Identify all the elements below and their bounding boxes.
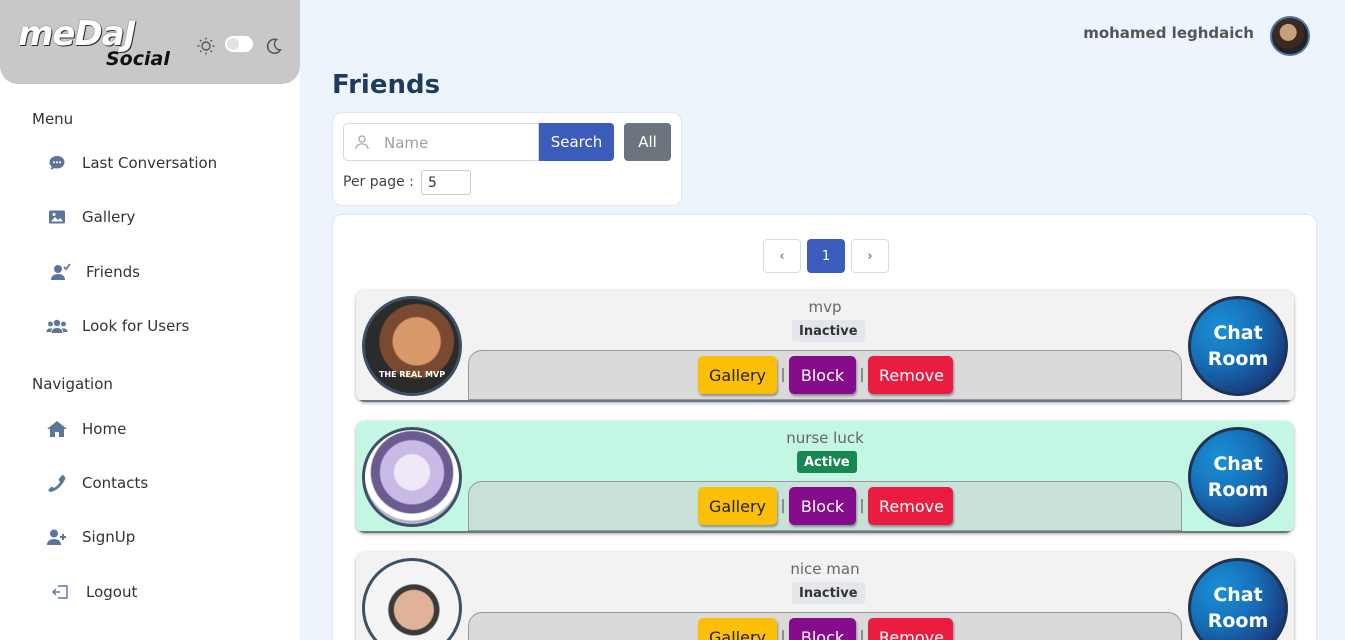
remove-button[interactable]: Remove — [868, 487, 953, 525]
separator: | — [859, 498, 865, 514]
sidebar-item-label: Friends — [86, 263, 140, 281]
search-button[interactable]: Search — [539, 123, 614, 161]
sidebar-item-look-for-users[interactable]: Look for Users — [46, 311, 189, 341]
card-divider — [356, 400, 1294, 402]
friends-list-panel: ‹ 1 › THE REAL MVP mvp Inactive Gallery … — [332, 214, 1317, 640]
moon-icon — [264, 36, 284, 56]
friend-card: THE REAL MVP mvp Inactive Gallery | Bloc… — [356, 290, 1294, 402]
friend-card: nurse luck Active Gallery | Block | Remo… — [356, 421, 1294, 533]
user-plus-icon — [46, 526, 68, 548]
navigation-section-title: Navigation — [32, 375, 113, 393]
page-title: Friends — [332, 70, 441, 100]
block-button[interactable]: Block — [789, 487, 856, 525]
switch-knob — [227, 38, 239, 50]
dark-mode-switch[interactable] — [225, 36, 253, 52]
image-icon — [46, 206, 68, 228]
gallery-button[interactable]: Gallery — [698, 487, 777, 525]
user-avatar[interactable] — [1270, 16, 1310, 56]
search-input[interactable] — [384, 132, 534, 154]
chat-room-button[interactable]: Chat Room — [1188, 296, 1288, 396]
user-name[interactable]: mohamed leghdaich — [1083, 24, 1254, 42]
per-page-label: Per page : — [343, 174, 414, 190]
gallery-button[interactable]: Gallery — [698, 618, 777, 640]
sun-icon — [196, 36, 216, 56]
users-icon — [46, 315, 68, 337]
friend-name: nice man — [790, 560, 860, 578]
logout-icon — [50, 581, 72, 603]
separator: | — [780, 367, 786, 383]
separator: | — [859, 629, 865, 640]
app-logo[interactable]: meDaJ Social — [16, 14, 176, 70]
separator: | — [859, 367, 865, 383]
page-button-1[interactable]: 1 — [807, 239, 845, 273]
user-icon — [354, 134, 370, 154]
sidebar: meDaJ Social Menu Last Conversation Gall… — [0, 0, 300, 640]
separator: | — [780, 629, 786, 640]
remove-button[interactable]: Remove — [868, 618, 953, 640]
brand-header: meDaJ Social — [0, 0, 300, 84]
pagination: ‹ 1 › — [763, 239, 889, 273]
all-button[interactable]: All — [624, 123, 671, 161]
status-badge: Inactive — [792, 582, 865, 604]
search-field[interactable] — [343, 123, 539, 161]
card-divider — [356, 531, 1294, 533]
separator: | — [780, 498, 786, 514]
friend-name: nurse luck — [786, 429, 864, 447]
block-button[interactable]: Block — [789, 618, 856, 640]
sidebar-item-gallery[interactable]: Gallery — [46, 202, 135, 232]
friend-card: nice man Inactive Gallery | Block | Remo… — [356, 552, 1294, 640]
sidebar-item-label: Gallery — [82, 208, 136, 226]
remove-button[interactable]: Remove — [868, 356, 953, 394]
friend-name: mvp — [808, 298, 842, 316]
status-badge: Inactive — [792, 320, 865, 342]
sidebar-item-label: SignUp — [82, 528, 136, 546]
sidebar-item-label: Logout — [86, 583, 138, 601]
sidebar-item-home[interactable]: Home — [46, 414, 126, 444]
home-icon — [46, 418, 68, 440]
per-page-input[interactable] — [421, 170, 471, 195]
avatar-caption: THE REAL MVP — [378, 370, 446, 379]
sidebar-item-logout[interactable]: Logout — [50, 577, 137, 607]
sidebar-item-friends[interactable]: Friends — [50, 257, 140, 287]
chat-room-label: Chat Room — [1207, 584, 1269, 632]
phone-icon — [46, 472, 68, 494]
chat-room-label: Chat Room — [1207, 453, 1269, 501]
chat-room-label: Chat Room — [1207, 322, 1269, 370]
sidebar-item-label: Last Conversation — [82, 154, 218, 172]
action-bar: Gallery | Block | Remove — [468, 350, 1182, 400]
status-badge: Active — [797, 451, 857, 473]
theme-toggle — [196, 34, 286, 58]
sidebar-item-contacts[interactable]: Contacts — [46, 468, 148, 498]
prev-page-button[interactable]: ‹ — [763, 239, 801, 273]
gallery-button[interactable]: Gallery — [698, 356, 777, 394]
sidebar-item-last-conversation[interactable]: Last Conversation — [46, 148, 217, 178]
sidebar-item-label: Look for Users — [82, 317, 190, 335]
chat-icon — [46, 152, 68, 174]
next-page-button[interactable]: › — [851, 239, 889, 273]
sidebar-item-label: Contacts — [82, 474, 149, 492]
menu-section-title: Menu — [32, 110, 74, 128]
chat-room-button[interactable]: Chat Room — [1188, 427, 1288, 527]
user-check-icon — [50, 261, 72, 283]
action-bar: Gallery | Block | Remove — [468, 481, 1182, 531]
action-bar: Gallery | Block | Remove — [468, 612, 1182, 640]
logo-sub-text: Social — [106, 48, 170, 70]
search-panel: Search All Per page : — [332, 112, 682, 206]
sidebar-item-label: Home — [82, 420, 127, 438]
block-button[interactable]: Block — [789, 356, 856, 394]
sidebar-item-signup[interactable]: SignUp — [46, 522, 135, 552]
